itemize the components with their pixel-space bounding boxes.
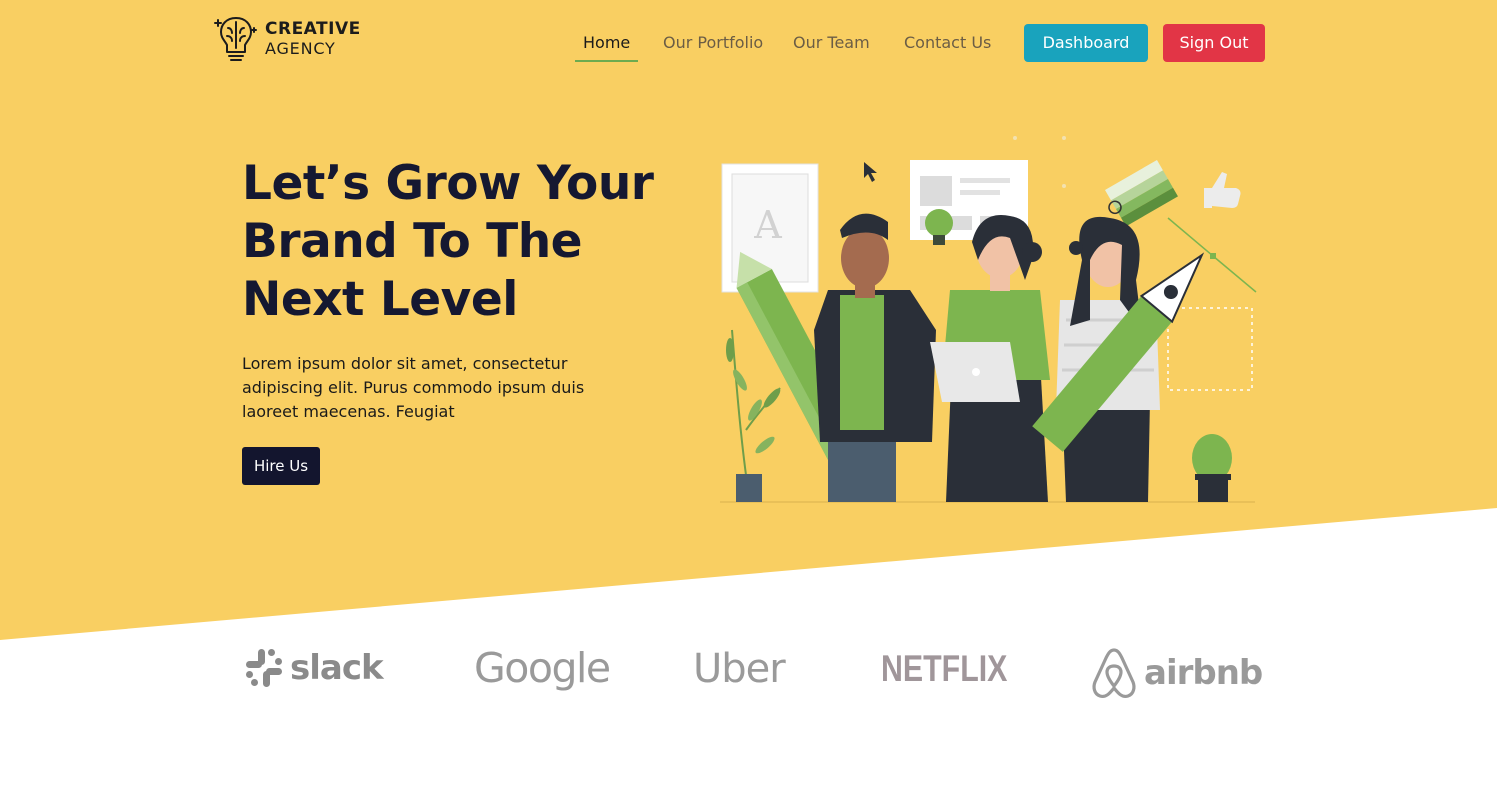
- brand-slack: slack: [246, 648, 384, 688]
- nav-home[interactable]: Home: [574, 24, 639, 62]
- brand-airbnb: airbnb: [1090, 646, 1263, 700]
- nav-our-team[interactable]: Our Team: [793, 24, 870, 62]
- brand-airbnb-label: airbnb: [1144, 653, 1263, 693]
- slack-icon: [246, 649, 282, 687]
- logo-wordmark: CREATIVE AGENCY: [265, 19, 361, 59]
- creative-team-illustration: A: [720, 136, 1257, 503]
- brand-logo[interactable]: CREATIVE AGENCY: [213, 14, 361, 64]
- airbnb-icon: [1092, 648, 1136, 699]
- logo-line-1: CREATIVE: [265, 19, 361, 39]
- nav-our-portfolio[interactable]: Our Portfolio: [663, 24, 763, 62]
- google-logo: Google: [474, 644, 611, 692]
- nav-contact-us[interactable]: Contact Us: [904, 24, 991, 62]
- brand-uber-label: Uber: [693, 646, 786, 692]
- netflix-logo: NETFLIX: [881, 648, 1035, 690]
- brand-google-label: Google: [474, 644, 611, 692]
- brand-netflix-label: NETFLIX: [881, 648, 1008, 689]
- logo-line-2: AGENCY: [265, 39, 336, 58]
- hero-title-line-3: Next Level: [242, 272, 518, 327]
- uber-logo: Uber: [693, 646, 786, 692]
- sign-out-button[interactable]: Sign Out: [1163, 24, 1265, 62]
- brain-bulb-icon: [214, 17, 257, 61]
- hero-description: Lorem ipsum dolor sit amet, consectetur …: [242, 354, 585, 421]
- brand-slack-label: slack: [290, 648, 384, 688]
- landing-page: CREATIVE AGENCY Home Our Portfolio Our T…: [0, 0, 1497, 797]
- svg-text:A: A: [753, 203, 782, 247]
- hero-title-line-2: Brand To The: [242, 214, 583, 269]
- hire-us-button[interactable]: Hire Us: [242, 447, 320, 485]
- dashboard-button[interactable]: Dashboard: [1024, 24, 1148, 62]
- hero-title-line-1: Let’s Grow Your: [242, 156, 654, 211]
- hero-title: Let’s Grow Your Brand To The Next Level: [242, 155, 662, 329]
